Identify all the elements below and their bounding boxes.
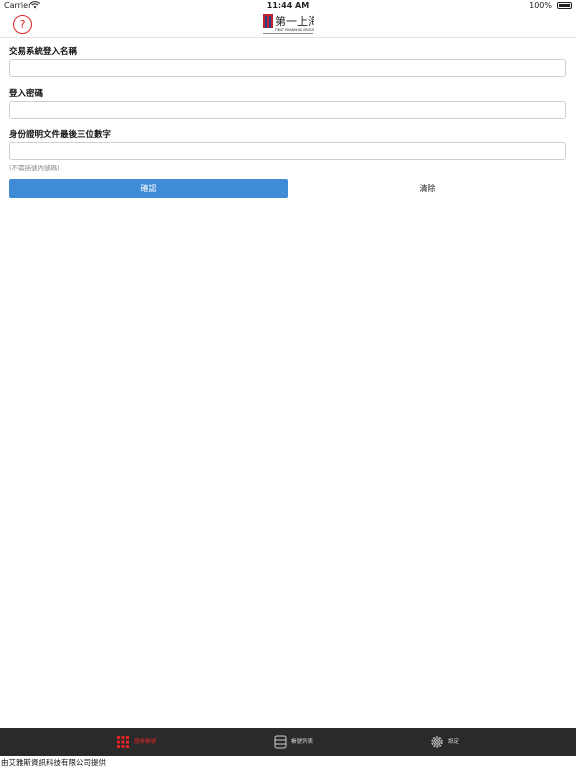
username-input[interactable] (9, 59, 566, 77)
username-label: 交易系統登入名稱 (9, 47, 78, 57)
gear-icon (431, 736, 443, 748)
id-digits-label: 身份證明文件最後三位數字 (9, 130, 112, 140)
footer-credit: 由艾雅斯資訊科技有限公司提供 (1, 758, 106, 767)
tab-label: 設定 (448, 739, 460, 745)
company-logo: 第一上海 FIRST SHANGHAI GROUP (263, 14, 314, 34)
password-input[interactable] (9, 101, 566, 119)
nav-bar: ? 第一上海 FIRST SHANGHAI GROUP (0, 12, 576, 38)
id-digits-hint: (不需括號內號碼) (9, 164, 60, 172)
tab-settings[interactable]: 設定 (430, 728, 490, 756)
tab-label: 證券帳號 (134, 739, 157, 745)
tab-label: 帳號列表 (291, 739, 314, 745)
tab-bar: 證券帳號 帳號列表 設定 (0, 728, 576, 756)
tab-securities-account[interactable]: 證券帳號 (116, 728, 176, 756)
svg-text:FIRST SHANGHAI GROUP: FIRST SHANGHAI GROUP (275, 28, 314, 32)
help-button[interactable]: ? (13, 15, 32, 34)
svg-text:第一上海: 第一上海 (275, 14, 314, 28)
keypad-icon (117, 736, 129, 748)
tab-account-list[interactable]: 帳號列表 (274, 728, 334, 756)
confirm-button[interactable]: 確認 (9, 179, 288, 198)
battery-percent: 100% (529, 1, 552, 10)
clock: 11:44 AM (266, 1, 310, 10)
status-bar: Carrier 11:44 AM 100% (0, 0, 576, 12)
password-label: 登入密碼 (9, 89, 44, 99)
id-digits-input[interactable] (9, 142, 566, 160)
battery-icon (557, 2, 572, 9)
clear-button[interactable]: 清除 (288, 179, 567, 198)
list-icon (274, 735, 287, 749)
question-circle-icon: ? (19, 18, 26, 31)
